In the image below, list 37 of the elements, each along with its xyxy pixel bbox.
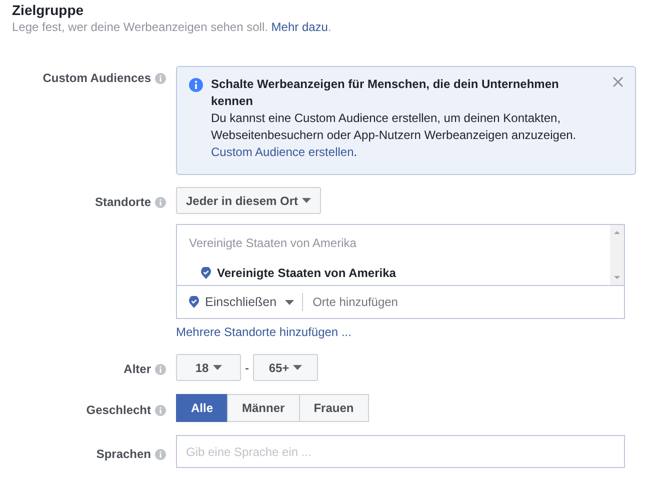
caret-icon	[302, 198, 312, 203]
field-label: Standorte	[94, 194, 151, 211]
info-icon	[189, 78, 203, 92]
age-to-dropdown[interactable]: 65+	[253, 354, 318, 381]
include-dropdown[interactable]: Einschließen	[205, 292, 294, 312]
language-field[interactable]: Gib eine Sprache ein ...	[176, 435, 625, 468]
location-search-field[interactable]: Orte hinzufügen	[310, 292, 624, 312]
location-pin-icon	[189, 296, 199, 308]
caret-icon	[284, 300, 294, 304]
section-subtitle: Lege fest, wer deine Werbeanzeigen sehen soll. Mehr dazu.	[12, 19, 332, 35]
location-item[interactable]: Vereinigte Staaten von Amerika	[217, 264, 396, 282]
caret-icon	[212, 365, 222, 370]
info-icon	[155, 404, 166, 416]
info-icon	[155, 72, 166, 84]
gender-option[interactable]: Frauen	[298, 394, 369, 422]
location-pin-icon	[201, 267, 211, 279]
section-title: Zielgruppe	[12, 2, 85, 19]
gender-option[interactable]: Alle	[176, 394, 228, 422]
gender-option[interactable]: Männer	[227, 394, 300, 422]
create-audience-link[interactable]: Custom Audience erstellen	[211, 145, 354, 159]
age-from-dropdown[interactable]: 18	[176, 354, 241, 381]
caret-icon	[293, 365, 302, 370]
info-icon	[155, 448, 166, 460]
field-label: Geschlecht	[86, 402, 151, 419]
location-group-heading: Vereinigte Staaten von Amerika	[188, 235, 358, 250]
notice-title: Schalte Werbeanzeigen für Menschen, die dein Unternehmen kennen	[211, 76, 560, 110]
field-label: Custom Audiences	[42, 70, 151, 87]
info-icon	[155, 364, 166, 374]
more-link[interactable]: Mehr dazu	[271, 20, 328, 34]
location-type-dropdown[interactable]: Jeder in diesem Ort	[176, 187, 322, 214]
field-label: Sprachen	[96, 446, 151, 463]
close-icon[interactable]	[613, 77, 623, 87]
info-icon	[155, 196, 166, 208]
add-locations-link[interactable]: Mehrere Standorte hinzufügen ...	[176, 324, 352, 340]
field-label: Alter	[124, 361, 151, 378]
notice-text: Du kannst eine Custom Audience erstellen, um deinen Kontakten, Webseitenbesuchern oder App-Nutzern Werbeanzeigen anzuzeigen. Custom Audience erstellen.	[211, 110, 578, 161]
age-separator: -	[245, 360, 249, 376]
